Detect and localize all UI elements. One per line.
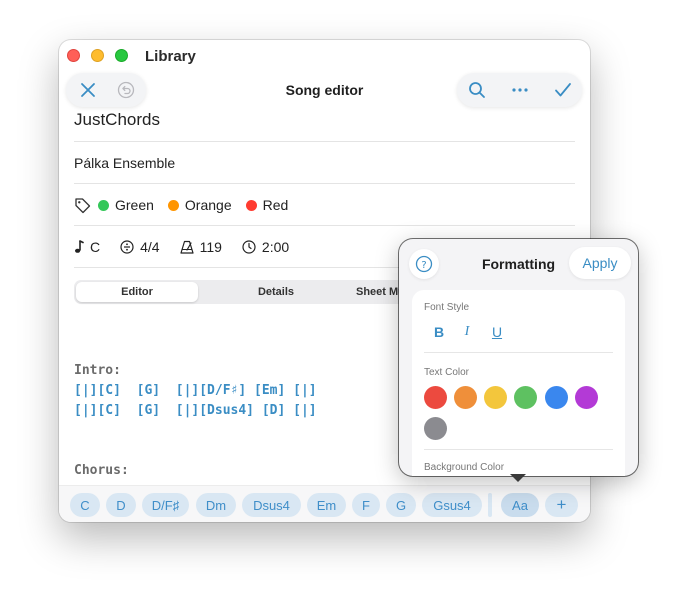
divider <box>74 225 575 226</box>
tag-color-dot <box>98 199 109 211</box>
duration-field[interactable]: 2:00 <box>242 239 289 255</box>
song-meta-row: C 4/4 119 2:00 <box>74 237 309 257</box>
chord-chip-dm[interactable]: Dm <box>196 493 236 517</box>
tag-green[interactable]: Green <box>98 197 154 213</box>
checkmark-icon <box>555 83 571 97</box>
text-color-gray[interactable] <box>424 417 447 440</box>
text-color-red[interactable] <box>424 386 447 409</box>
tag-color-dot <box>167 199 179 211</box>
formatting-popover: ? Formatting Apply Font Style B I U Text… <box>399 239 638 476</box>
bold-button[interactable]: B <box>429 322 449 342</box>
chord-chip-dsus4[interactable]: Dsus4 <box>242 493 301 517</box>
tag-orange[interactable]: Orange <box>167 197 232 213</box>
minimize-window-button[interactable] <box>91 49 104 62</box>
more-button[interactable] <box>502 73 538 107</box>
segment-editor[interactable]: Editor <box>76 282 198 302</box>
toolbar-right-group <box>457 73 582 107</box>
view-segmented-control: Editor Details Sheet Mu <box>74 280 454 304</box>
add-chord-button[interactable]: + <box>545 493 578 517</box>
close-window-button[interactable] <box>67 49 80 62</box>
tags-row[interactable]: Green Orange Red <box>74 195 302 215</box>
segment-details[interactable]: Details <box>214 282 338 302</box>
tempo-value: 119 <box>199 239 222 255</box>
key-field[interactable]: C <box>74 239 100 255</box>
underline-button[interactable]: U <box>487 322 507 342</box>
tag-label: Orange <box>184 197 232 213</box>
duration-value: 2:00 <box>261 239 290 255</box>
chord-chip-em[interactable]: Em <box>307 493 346 517</box>
divider <box>424 449 613 450</box>
music-note-icon <box>75 240 84 253</box>
more-icon <box>512 88 528 92</box>
divider <box>424 352 613 353</box>
zoom-window-button[interactable] <box>115 49 128 62</box>
chord-chip-f[interactable]: F <box>352 493 380 517</box>
chord-chip-partial <box>488 493 492 517</box>
search-icon <box>469 82 485 98</box>
text-color-purple[interactable] <box>575 386 598 409</box>
tempo-field[interactable]: 119 <box>179 239 222 255</box>
chord-chip-g[interactable]: G <box>386 493 416 517</box>
text-color-yellow[interactable] <box>484 386 507 409</box>
title-bar: Library <box>59 40 590 74</box>
text-color-blue[interactable] <box>545 386 568 409</box>
chord-chip-d-f-sharp[interactable]: D/F♯ <box>142 493 189 517</box>
tag-label: Red <box>262 197 289 213</box>
artist-field[interactable]: Pálka Ensemble <box>74 155 575 171</box>
popover-pointer <box>510 474 526 482</box>
tag-red[interactable]: Red <box>245 197 289 213</box>
section-label-intro[interactable]: Intro: <box>74 363 121 378</box>
chord-bar: C D D/F♯ Dm Dsus4 Em F G Gsus4 Aa + <box>59 485 590 522</box>
time-signature-icon <box>120 240 134 254</box>
done-button[interactable] <box>545 73 581 107</box>
time-signature-value: 4/4 <box>140 239 160 255</box>
divider <box>74 183 575 184</box>
divider <box>74 141 575 142</box>
window-title: Library <box>145 48 196 65</box>
search-button[interactable] <box>459 73 495 107</box>
song-title-field[interactable]: JustChords <box>74 110 575 130</box>
tag-color-dot <box>245 199 257 211</box>
chord-chip-gsus4[interactable]: Gsus4 <box>422 493 482 517</box>
chord-chip-c[interactable]: C <box>70 493 100 517</box>
text-color-orange[interactable] <box>454 386 477 409</box>
format-button[interactable]: Aa <box>501 493 539 517</box>
text-color-green[interactable] <box>514 386 537 409</box>
chord-line[interactable]: [|][C] [G] [|][Dsus4] [D] [|] <box>74 403 317 418</box>
metronome-icon <box>179 240 194 254</box>
tag-icon <box>75 197 91 213</box>
section-label-chorus[interactable]: Chorus: <box>74 463 129 478</box>
font-style-label: Font Style <box>424 302 470 313</box>
time-signature-field[interactable]: 4/4 <box>120 239 160 255</box>
formatting-options-card: Font Style B I U Text Color Background C… <box>412 290 625 476</box>
apply-button[interactable]: Apply <box>569 247 631 279</box>
key-value: C <box>90 239 101 255</box>
text-color-label: Text Color <box>424 367 470 378</box>
tag-label: Green <box>115 197 154 213</box>
chord-line[interactable]: [|][C] [G] [|][D/F♯] [Em] [|] <box>74 383 317 398</box>
clock-icon <box>242 240 256 254</box>
italic-button[interactable]: I <box>457 322 477 342</box>
background-color-label: Background Color <box>424 462 505 473</box>
chord-chip-d[interactable]: D <box>106 493 136 517</box>
